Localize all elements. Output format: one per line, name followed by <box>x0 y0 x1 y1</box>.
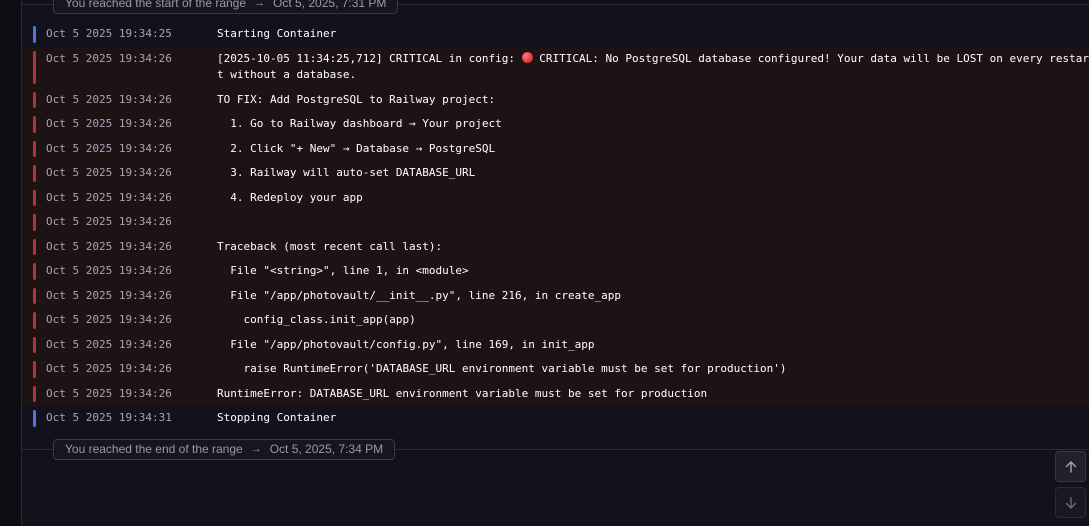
log-row[interactable]: Oct 5 2025 19:34:26 3. Railway will auto… <box>22 161 1089 186</box>
error-level-indicator <box>33 385 36 402</box>
info-level-indicator <box>33 410 36 427</box>
log-timestamp: Oct 5 2025 19:34:25 <box>46 27 172 40</box>
range-start-text: You reached the start of the range <box>65 0 247 10</box>
error-level-indicator <box>33 50 36 84</box>
log-message: RuntimeError: DATABASE_URL environment v… <box>217 386 708 400</box>
log-row[interactable]: Oct 5 2025 19:34:31 Stopping Container <box>22 406 1089 431</box>
error-level-indicator <box>33 238 36 255</box>
log-timestamp: Oct 5 2025 19:34:26 <box>46 215 172 228</box>
log-timestamp: Oct 5 2025 19:34:26 <box>46 386 172 400</box>
error-level-indicator <box>33 165 36 182</box>
log-row[interactable]: Oct 5 2025 19:34:26 File "/app/photovaul… <box>22 332 1089 357</box>
log-row[interactable]: Oct 5 2025 19:34:26 TO FIX: Add PostgreSQ… <box>22 87 1089 112</box>
log-timestamp: Oct 5 2025 19:34:31 <box>46 411 172 424</box>
log-row[interactable]: Oct 5 2025 19:34:26 1. Go to Railway das… <box>22 112 1089 137</box>
range-end-text: You reached the end of the range <box>65 442 243 456</box>
range-end-time: Oct 5, 2025, 7:34 PM <box>269 442 384 456</box>
scroll-to-top-button[interactable] <box>1055 451 1086 482</box>
log-row[interactable]: Oct 5 2025 19:34:25 Starting Container <box>22 22 1089 47</box>
log-timestamp: Oct 5 2025 19:34:26 <box>46 288 172 302</box>
log-row[interactable]: Oct 5 2025 19:34:26 File "<string>", lin… <box>22 259 1089 284</box>
log-timestamp: Oct 5 2025 19:34:26 <box>46 337 172 351</box>
log-row[interactable]: Oct 5 2025 19:34:26 ​ <box>22 210 1089 235</box>
error-level-indicator <box>33 91 36 108</box>
log-timestamp: Oct 5 2025 19:34:26 <box>46 264 172 277</box>
log-message: config_class.init_app(app) <box>217 313 416 326</box>
log-list: Oct 5 2025 19:34:25 Starting Container Oct… <box>22 22 1089 431</box>
red-circle-icon <box>521 51 533 63</box>
log-row[interactable]: Oct 5 2025 19:34:26 Traceback (most recen… <box>22 234 1089 259</box>
error-level-indicator <box>33 189 36 206</box>
log-row[interactable]: Oct 5 2025 19:34:26 config_class.init_ap… <box>22 308 1089 333</box>
log-message: [2025-10-05 11:34:25,712] CRITICAL in co… <box>217 51 1089 84</box>
log-row[interactable]: Oct 5 2025 19:34:26 raise RuntimeError('… <box>22 357 1089 382</box>
error-level-indicator <box>33 116 36 133</box>
log-message: File "<string>", line 1, in <module> <box>217 264 469 277</box>
range-end-pill[interactable]: You reached the end of the range → Oct 5… <box>53 439 396 460</box>
arrow-down-icon <box>1065 496 1076 509</box>
error-level-indicator <box>33 140 36 157</box>
range-start-time: Oct 5, 2025, 7:31 PM <box>273 0 387 10</box>
log-message: File "/app/photovault/config.py", line 1… <box>217 337 595 351</box>
log-message: 3. Railway will auto-set DATABASE_URL <box>217 166 476 179</box>
log-row[interactable]: Oct 5 2025 19:34:26 [2025-10-05 11:34:25,… <box>22 46 1089 88</box>
log-message: File "/app/photovault/__init__.py", line… <box>217 288 621 302</box>
log-timestamp: Oct 5 2025 19:34:26 <box>46 51 172 65</box>
error-level-indicator <box>33 287 36 304</box>
error-level-indicator <box>33 312 36 329</box>
info-level-indicator <box>33 26 36 43</box>
arrow-right-icon: → <box>254 0 266 9</box>
left-sidebar-strip <box>0 0 22 526</box>
log-row[interactable]: Oct 5 2025 19:34:26 2. Click "+ New" → D… <box>22 136 1089 161</box>
log-message: 1. Go to Railway dashboard → Your projec… <box>217 117 502 130</box>
log-message: Starting Container <box>217 27 337 40</box>
log-timestamp: Oct 5 2025 19:34:26 <box>46 92 172 106</box>
log-message: TO FIX: Add PostgreSQL to Railway projec… <box>217 92 496 106</box>
error-level-indicator <box>33 361 36 378</box>
log-message: 2. Click "+ New" → Database → PostgreSQL <box>217 141 496 155</box>
log-timestamp: Oct 5 2025 19:34:26 <box>46 166 172 179</box>
range-start-pill[interactable]: You reached the start of the range → Oct… <box>53 0 399 14</box>
log-message: 4. Redeploy your app <box>217 190 363 204</box>
error-level-indicator <box>33 214 36 231</box>
error-level-indicator <box>33 263 36 280</box>
log-message: raise RuntimeError('DATABASE_URL environ… <box>217 362 787 375</box>
log-message: Stopping Container <box>217 411 337 424</box>
log-timestamp: Oct 5 2025 19:34:26 <box>46 313 172 326</box>
log-row[interactable]: Oct 5 2025 19:34:26 RuntimeError: DATABAS… <box>22 381 1089 406</box>
log-message: Traceback (most recent call last): <box>217 239 443 253</box>
log-timestamp: Oct 5 2025 19:34:26 <box>46 362 172 375</box>
error-level-indicator <box>33 336 36 353</box>
log-timestamp: Oct 5 2025 19:34:26 <box>46 239 172 253</box>
arrow-right-icon: → <box>250 443 262 455</box>
log-timestamp: Oct 5 2025 19:34:26 <box>46 190 172 204</box>
arrow-up-icon <box>1065 460 1076 473</box>
log-row[interactable]: Oct 5 2025 19:34:26 File "/app/photovaul… <box>22 283 1089 308</box>
log-timestamp: Oct 5 2025 19:34:26 <box>46 117 172 130</box>
log-message: ​ <box>217 214 1089 231</box>
scroll-to-bottom-button[interactable] <box>1055 487 1086 518</box>
log-row[interactable]: Oct 5 2025 19:34:26 4. Redeploy your app <box>22 185 1089 210</box>
log-message-prefix: [2025-10-05 11:34:25,712] CRITICAL in co… <box>217 51 522 65</box>
log-timestamp: Oct 5 2025 19:34:26 <box>46 141 172 155</box>
